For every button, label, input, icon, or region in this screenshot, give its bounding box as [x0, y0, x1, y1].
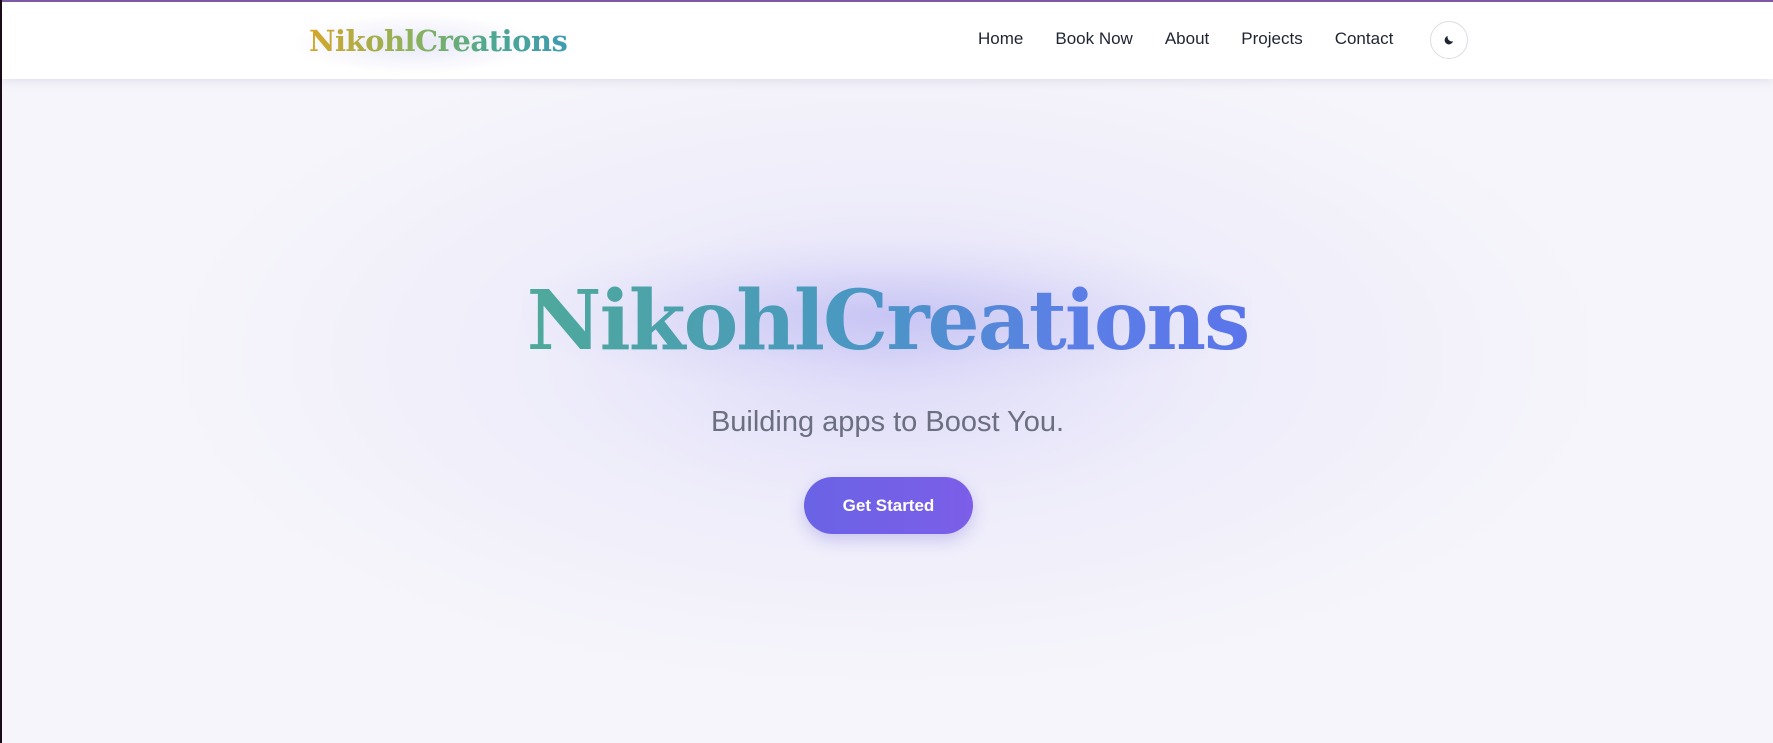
- get-started-button[interactable]: Get Started: [804, 477, 973, 534]
- nav-menu: Home Book Now About Projects Contact: [978, 27, 1425, 51]
- nav-link-book-now[interactable]: Book Now: [1055, 27, 1132, 51]
- site-logo[interactable]: NikohlCreations: [309, 19, 568, 63]
- theme-toggle-button[interactable]: [1430, 21, 1468, 59]
- nav-link-contact[interactable]: Contact: [1335, 27, 1394, 51]
- page: NikohlCreations Home Book Now About Proj…: [0, 0, 1773, 743]
- moon-icon: [1444, 36, 1453, 45]
- hero-title: NikohlCreations: [2, 266, 1773, 376]
- hero-title-text: NikohlCreations: [526, 273, 1251, 369]
- top-accent-line: [2, 0, 1773, 2]
- nav-link-about[interactable]: About: [1165, 27, 1209, 51]
- nav-link-projects[interactable]: Projects: [1241, 27, 1302, 51]
- nav-link-home[interactable]: Home: [978, 27, 1023, 51]
- hero-subtitle: Building apps to Boost You.: [710, 406, 1065, 438]
- navbar: NikohlCreations Home Book Now About Proj…: [2, 0, 1773, 79]
